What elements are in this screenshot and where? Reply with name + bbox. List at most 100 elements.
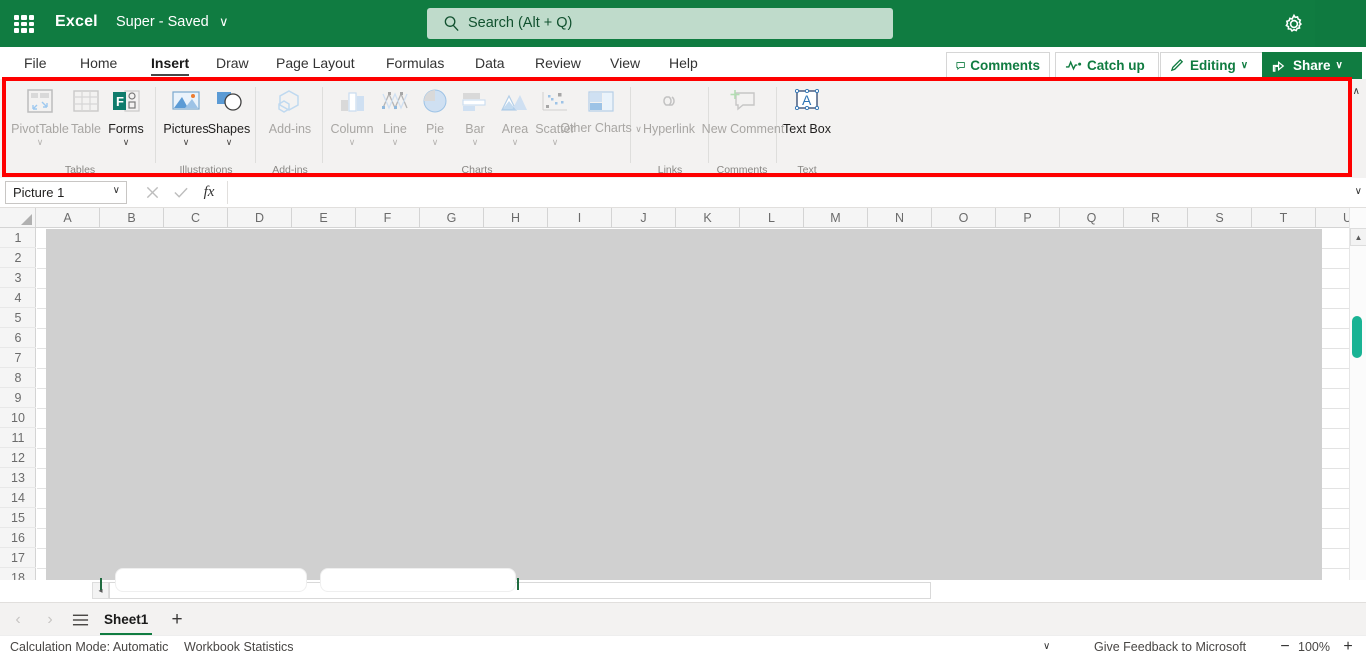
workbook-statistics-status[interactable]: Workbook Statistics	[184, 640, 294, 654]
vertical-scroll-thumb[interactable]	[1352, 316, 1362, 358]
zoom-out-button[interactable]: −	[1277, 638, 1293, 655]
shapes-button[interactable]: Shapes ∨	[204, 85, 254, 147]
share-button[interactable]: Share ∨	[1262, 52, 1362, 79]
ribbon-tab-formulas[interactable]: Formulas	[376, 47, 454, 79]
column-header-I[interactable]: I	[548, 208, 612, 228]
status-options-button[interactable]: ∨	[1043, 641, 1050, 652]
search-box[interactable]: Search (Alt + Q)	[427, 8, 893, 39]
gear-icon[interactable]	[1281, 12, 1307, 36]
column-header-K[interactable]: K	[676, 208, 740, 228]
scroll-up-button[interactable]: ▲	[1350, 228, 1366, 246]
sheet-tab-sheet1[interactable]: Sheet1	[96, 607, 156, 635]
ribbon-tab-home[interactable]: Home	[70, 47, 127, 79]
calculation-mode-status[interactable]: Calculation Mode: Automatic	[10, 640, 168, 654]
row-header-8[interactable]: 8	[0, 368, 36, 388]
bar-chart-button[interactable]: Bar ∨	[454, 85, 496, 147]
hyperlink-button[interactable]: Hyperlink	[633, 85, 705, 136]
row-header-3[interactable]: 3	[0, 268, 36, 288]
row-header-7[interactable]: 7	[0, 348, 36, 368]
column-header-A[interactable]: A	[36, 208, 100, 228]
app-name: Excel	[55, 13, 98, 30]
vertical-scrollbar[interactable]: ▲	[1349, 208, 1366, 580]
addins-button[interactable]: Add-ins	[260, 85, 320, 136]
cancel-entry-button[interactable]	[139, 181, 165, 204]
ribbon-tab-page-layout[interactable]: Page Layout	[266, 47, 365, 79]
column-header-O[interactable]: O	[932, 208, 996, 228]
row-header-13[interactable]: 13	[0, 468, 36, 488]
column-header-E[interactable]: E	[292, 208, 356, 228]
next-sheet-button[interactable]: ›	[38, 608, 62, 632]
zoom-level-label[interactable]: 100%	[1298, 640, 1330, 654]
name-box[interactable]: Picture 1 ∨	[5, 181, 127, 204]
column-header-L[interactable]: L	[740, 208, 804, 228]
ribbon-tab-insert[interactable]: Insert	[141, 47, 199, 79]
selected-picture-object[interactable]	[46, 229, 1322, 580]
row-header-16[interactable]: 16	[0, 528, 36, 548]
column-header-P[interactable]: P	[996, 208, 1060, 228]
add-sheet-button[interactable]: +	[165, 608, 189, 632]
forms-button[interactable]: F Forms ∨	[102, 85, 150, 147]
row-header-6[interactable]: 6	[0, 328, 36, 348]
previous-sheet-button[interactable]: ‹	[6, 608, 30, 632]
row-header-12[interactable]: 12	[0, 448, 36, 468]
scatter-chart-button[interactable]: Scatter ∨	[531, 85, 579, 147]
ribbon-tab-view[interactable]: View	[600, 47, 650, 79]
row-header-2[interactable]: 2	[0, 248, 36, 268]
ribbon-tab-label: View	[610, 55, 641, 71]
column-header-T[interactable]: T	[1252, 208, 1316, 228]
column-header-F[interactable]: F	[356, 208, 420, 228]
ribbon-tab-data[interactable]: Data	[465, 47, 515, 79]
picture-sub-shape[interactable]	[115, 568, 307, 592]
row-header-1[interactable]: 1	[0, 228, 36, 248]
line-chart-label: Line	[383, 122, 407, 136]
new-comment-button[interactable]: New Comment	[702, 85, 784, 136]
column-header-N[interactable]: N	[868, 208, 932, 228]
hyperlink-label: Hyperlink	[642, 122, 696, 136]
row-header-10[interactable]: 10	[0, 408, 36, 428]
expand-formula-bar-button[interactable]: ∨	[1355, 186, 1362, 197]
column-header-J[interactable]: J	[612, 208, 676, 228]
row-header-9[interactable]: 9	[0, 388, 36, 408]
column-header-C[interactable]: C	[164, 208, 228, 228]
catch-up-button[interactable]: Catch up	[1055, 52, 1159, 79]
column-header-H[interactable]: H	[484, 208, 548, 228]
column-header-D[interactable]: D	[228, 208, 292, 228]
text-box-button[interactable]: A Text Box	[783, 85, 831, 136]
comments-button[interactable]: Comments	[946, 52, 1050, 79]
insert-function-button[interactable]: fx	[196, 181, 222, 204]
row-header-5[interactable]: 5	[0, 308, 36, 328]
column-header-Q[interactable]: Q	[1060, 208, 1124, 228]
select-all-corner[interactable]	[0, 208, 36, 228]
column-header-M[interactable]: M	[804, 208, 868, 228]
ribbon-tab-draw[interactable]: Draw	[206, 47, 259, 79]
ribbon-tab-review[interactable]: Review	[525, 47, 591, 79]
ribbon-tab-file[interactable]: File	[14, 47, 57, 79]
chevron-down-icon: ∨	[112, 185, 120, 196]
column-header-B[interactable]: B	[100, 208, 164, 228]
row-header-4[interactable]: 4	[0, 288, 36, 308]
other-charts-button[interactable]: Other Charts ∨	[560, 85, 642, 136]
confirm-entry-button[interactable]	[168, 181, 194, 204]
zoom-in-button[interactable]: +	[1340, 638, 1356, 655]
column-chart-button[interactable]: Column ∨	[328, 85, 376, 147]
row-header-14[interactable]: 14	[0, 488, 36, 508]
picture-sub-shape[interactable]	[320, 568, 516, 592]
row-header-15[interactable]: 15	[0, 508, 36, 528]
line-chart-button[interactable]: Line ∨	[374, 85, 416, 147]
column-header-S[interactable]: S	[1188, 208, 1252, 228]
sheet-list-icon[interactable]	[68, 608, 92, 632]
row-header-11[interactable]: 11	[0, 428, 36, 448]
column-header-R[interactable]: R	[1124, 208, 1188, 228]
area-chart-button[interactable]: Area ∨	[494, 85, 536, 147]
formula-input[interactable]	[227, 181, 1348, 204]
row-header-17[interactable]: 17	[0, 548, 36, 568]
chevron-down-icon[interactable]: ∨	[219, 14, 229, 30]
feedback-link[interactable]: Give Feedback to Microsoft	[1094, 640, 1246, 654]
ribbon-tab-help[interactable]: Help	[659, 47, 708, 79]
pie-chart-button[interactable]: Pie ∨	[414, 85, 456, 147]
column-header-G[interactable]: G	[420, 208, 484, 228]
editing-mode-button[interactable]: Editing ∨	[1160, 52, 1264, 79]
ribbon-collapse-button[interactable]: ∧	[1353, 86, 1360, 97]
document-title[interactable]: Super - Saved	[116, 14, 209, 30]
app-launcher-icon[interactable]	[10, 11, 38, 37]
